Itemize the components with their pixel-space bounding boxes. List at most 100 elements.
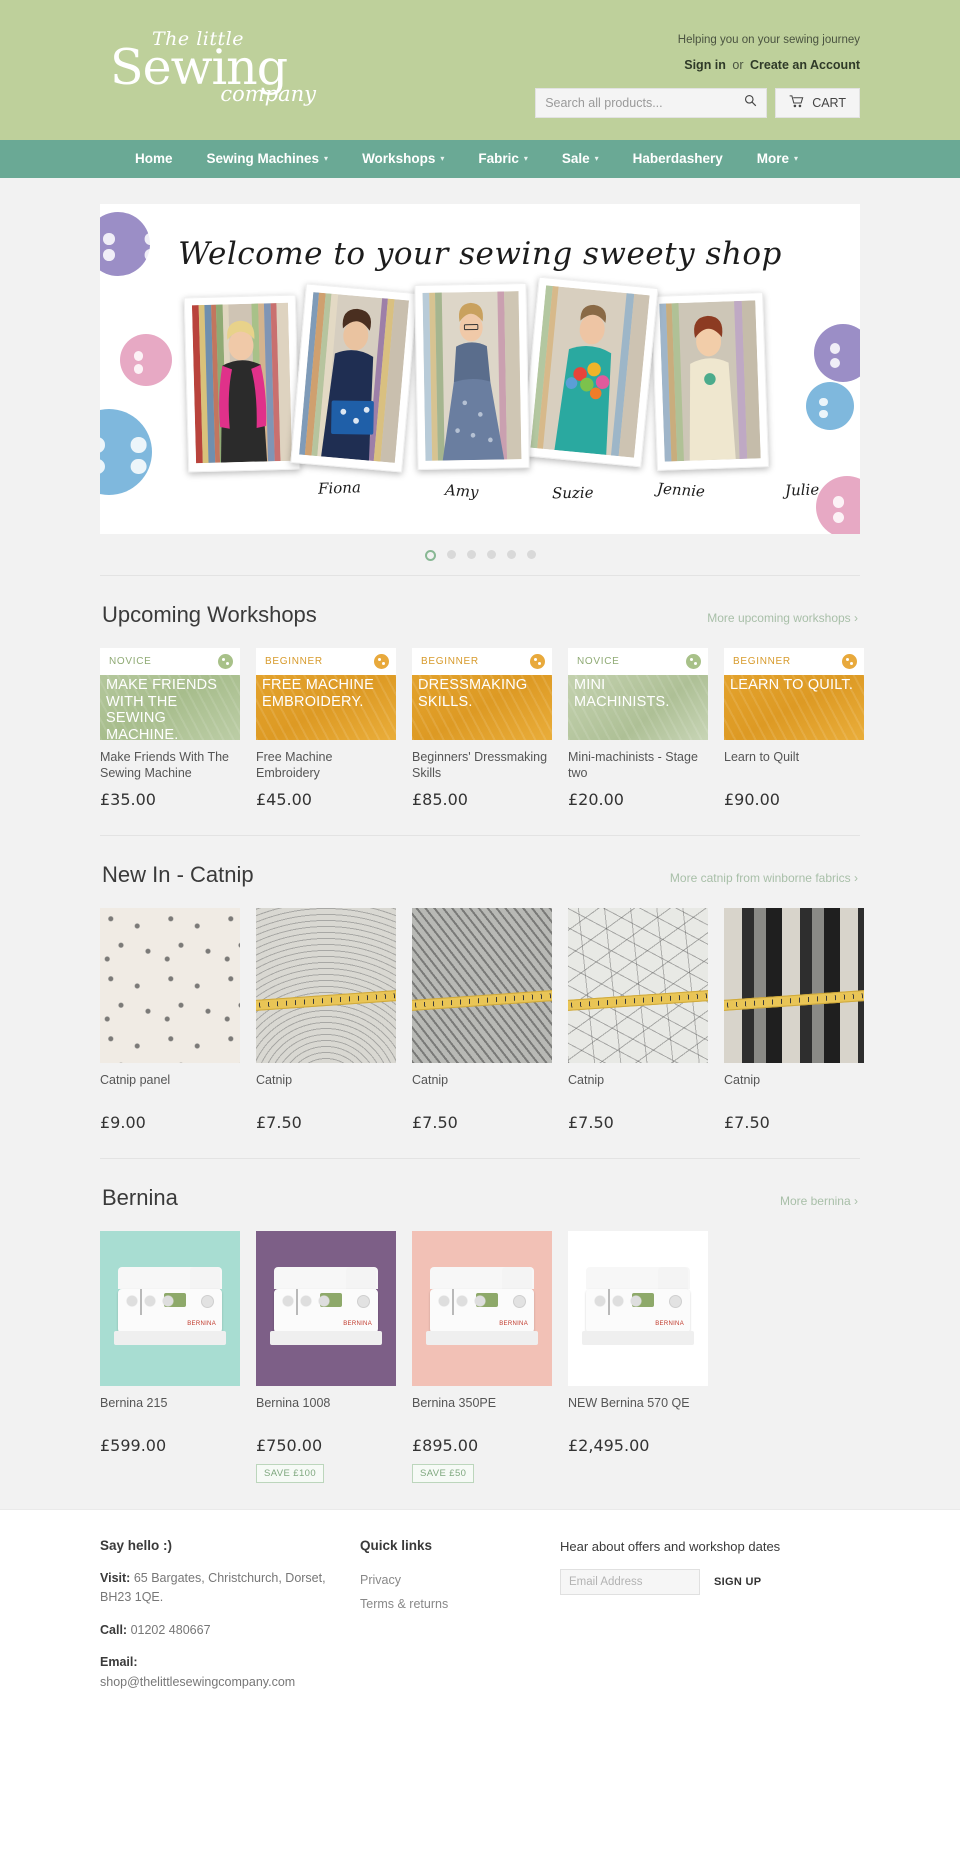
team-photo xyxy=(414,283,530,470)
team-name: Suzie xyxy=(551,483,594,503)
product-title: Catnip xyxy=(412,1073,449,1087)
nav-item-sale[interactable]: Sale ▾ xyxy=(545,140,616,178)
product-card[interactable]: Catnip £7.50 xyxy=(568,908,708,1132)
fabric-swatch-image[interactable] xyxy=(724,908,864,1063)
workshop-level-bar: NOVICE xyxy=(568,648,708,675)
carousel-dot-3[interactable] xyxy=(466,550,476,559)
product-card[interactable]: BERNINA Bernina 1008 £750.00 SAVE £100 xyxy=(256,1231,396,1483)
workshop-thumbnail[interactable]: NOVICE MINI MACHINISTS. xyxy=(568,648,708,740)
team-name: Julie xyxy=(784,480,820,500)
product-title: Catnip xyxy=(568,1073,605,1087)
sewing-machine-image[interactable]: BERNINA xyxy=(256,1231,396,1386)
fabric-swatch-image[interactable] xyxy=(100,908,240,1063)
workshop-thumbnail[interactable]: BEGINNER FREE MACHINE EMBROIDERY. xyxy=(256,648,396,740)
carousel-dot-4[interactable] xyxy=(486,550,496,559)
sewing-machine-image[interactable]: BERNINA xyxy=(412,1231,552,1386)
save-badge: SAVE £50 xyxy=(412,1464,475,1483)
chevron-down-icon: ▾ xyxy=(324,154,329,163)
signup-button[interactable]: SIGN UP xyxy=(700,1569,775,1595)
sewing-machine-image[interactable]: BERNINA xyxy=(568,1231,708,1386)
more-workshops-link[interactable]: More upcoming workshops › xyxy=(707,611,858,625)
fabric-swatch-image[interactable] xyxy=(256,908,396,1063)
more-catnip-link[interactable]: More catnip from winborne fabrics › xyxy=(670,871,858,885)
sign-in-link[interactable]: Sign in xyxy=(684,58,726,72)
product-card[interactable]: Catnip £7.50 xyxy=(724,908,864,1132)
call-line: Call: 01202 480667 xyxy=(100,1621,360,1640)
email-line: Email: shop@thelittlesewingcompany.com xyxy=(100,1653,360,1692)
workshop-card[interactable]: BEGINNER LEARN TO QUILT. Learn to Quilt £90… xyxy=(724,648,864,809)
measuring-tape-icon xyxy=(256,989,396,1012)
product-card[interactable]: BERNINA Bernina 215 £599.00 xyxy=(100,1231,240,1483)
product-card[interactable]: BERNINA NEW Bernina 570 QE £2,495.00 xyxy=(568,1231,708,1483)
more-bernina-link[interactable]: More bernina › xyxy=(780,1194,858,1208)
product-title: Bernina 215 xyxy=(100,1396,168,1410)
workshop-card[interactable]: BEGINNER FREE MACHINE EMBROIDERY. Free Mac… xyxy=(256,648,396,809)
workshop-thumbnail[interactable]: BEGINNER DRESSMAKING SKILLS. xyxy=(412,648,552,740)
search-box[interactable] xyxy=(535,88,768,118)
hero-slide[interactable]: Welcome to your sewing sweety shop Fiona… xyxy=(100,204,860,534)
bernina-section: Bernina More bernina › BERNINA Bernina 21… xyxy=(0,1158,960,1509)
team-photo-collage xyxy=(180,276,780,473)
button-icon xyxy=(218,654,233,669)
nav-item-workshops[interactable]: Workshops ▾ xyxy=(345,140,461,178)
nav-item-home[interactable]: Home xyxy=(118,140,190,178)
section-title: New In - Catnip xyxy=(102,862,254,887)
create-account-link[interactable]: Create an Account xyxy=(750,58,860,72)
workshop-headline: MAKE FRIENDS WITH THE SEWING MACHINE. xyxy=(106,677,218,740)
fabric-swatch-image[interactable] xyxy=(568,908,708,1063)
workshop-level-label: BEGINNER xyxy=(421,656,479,667)
button-decoration-icon xyxy=(806,382,854,430)
cart-button[interactable]: CART xyxy=(775,88,860,118)
workshop-price: £45.00 xyxy=(256,790,312,809)
quick-links-column: Quick links Privacy Terms & returns xyxy=(360,1538,560,1705)
product-card[interactable]: Catnip panel £9.00 xyxy=(100,908,240,1132)
measuring-tape-icon xyxy=(568,989,708,1012)
nav-item-sewing-machines[interactable]: Sewing Machines ▾ xyxy=(190,140,346,178)
tagline: Helping you on your sewing journey xyxy=(677,34,860,46)
site-logo[interactable]: The little Sewing company xyxy=(100,30,330,105)
nav-item-haberdashery[interactable]: Haberdashery xyxy=(616,140,740,178)
quick-link-terms-returns[interactable]: Terms & returns xyxy=(360,1593,560,1617)
newsletter-email-input[interactable] xyxy=(560,1568,700,1595)
product-card[interactable]: Catnip £7.50 xyxy=(412,908,552,1132)
carousel-dot-1[interactable] xyxy=(424,550,436,561)
carousel-dot-2[interactable] xyxy=(446,550,456,559)
product-title: Catnip xyxy=(256,1073,293,1087)
nav-item-fabric[interactable]: Fabric ▾ xyxy=(461,140,545,178)
team-name: Fiona xyxy=(317,478,362,498)
workshop-thumbnail[interactable]: BEGINNER LEARN TO QUILT. xyxy=(724,648,864,740)
sewing-machine-image[interactable]: BERNINA xyxy=(100,1231,240,1386)
account-links: Sign in or Create an Account xyxy=(520,58,860,72)
carousel-dot-6[interactable] xyxy=(526,550,536,559)
quick-link-privacy[interactable]: Privacy xyxy=(360,1569,560,1593)
workshop-price: £85.00 xyxy=(412,790,468,809)
sewing-machine-icon: BERNINA xyxy=(270,1266,382,1351)
nav-item-more[interactable]: More ▾ xyxy=(740,140,815,178)
workshop-card[interactable]: NOVICE MAKE FRIENDS WITH THE SEWING MACHI… xyxy=(100,648,240,809)
product-card[interactable]: Catnip £7.50 xyxy=(256,908,396,1132)
workshop-card[interactable]: NOVICE MINI MACHINISTS. Mini-machinists - … xyxy=(568,648,708,809)
product-price: £750.00 xyxy=(256,1436,323,1455)
search-input[interactable] xyxy=(545,96,745,110)
section-title: Bernina xyxy=(102,1185,178,1210)
search-icon[interactable] xyxy=(744,94,757,112)
team-names: Fiona Amy Suzie Jennie Julie xyxy=(100,476,860,506)
email-value[interactable]: shop@thelittlesewingcompany.com xyxy=(100,1675,295,1689)
carousel-dot-5[interactable] xyxy=(506,550,516,559)
fabric-swatch-image[interactable] xyxy=(412,908,552,1063)
email-label: Email: xyxy=(100,1655,138,1670)
workshop-image: FREE MACHINE EMBROIDERY. xyxy=(256,675,396,740)
chevron-down-icon: ▾ xyxy=(594,154,599,163)
team-name: Amy xyxy=(444,480,480,502)
chevron-down-icon: ▾ xyxy=(440,154,445,163)
workshop-level-bar: BEGINNER xyxy=(412,648,552,675)
workshop-card[interactable]: BEGINNER DRESSMAKING SKILLS. Beginners' Dr… xyxy=(412,648,552,809)
main-navigation: Home Sewing Machines ▾ Workshops ▾ Fabric ▾ Sal… xyxy=(0,140,960,178)
nav-item-label: Sale xyxy=(561,151,590,166)
workshop-title: Learn to Quilt xyxy=(724,750,800,764)
sewing-machine-icon: BERNINA xyxy=(114,1266,226,1351)
workshop-thumbnail[interactable]: NOVICE MAKE FRIENDS WITH THE SEWING MACHI… xyxy=(100,648,240,740)
product-card[interactable]: BERNINA Bernina 350PE £895.00 SAVE £50 xyxy=(412,1231,552,1483)
product-price: £895.00 xyxy=(412,1436,479,1455)
workshop-image: LEARN TO QUILT. xyxy=(724,675,864,740)
